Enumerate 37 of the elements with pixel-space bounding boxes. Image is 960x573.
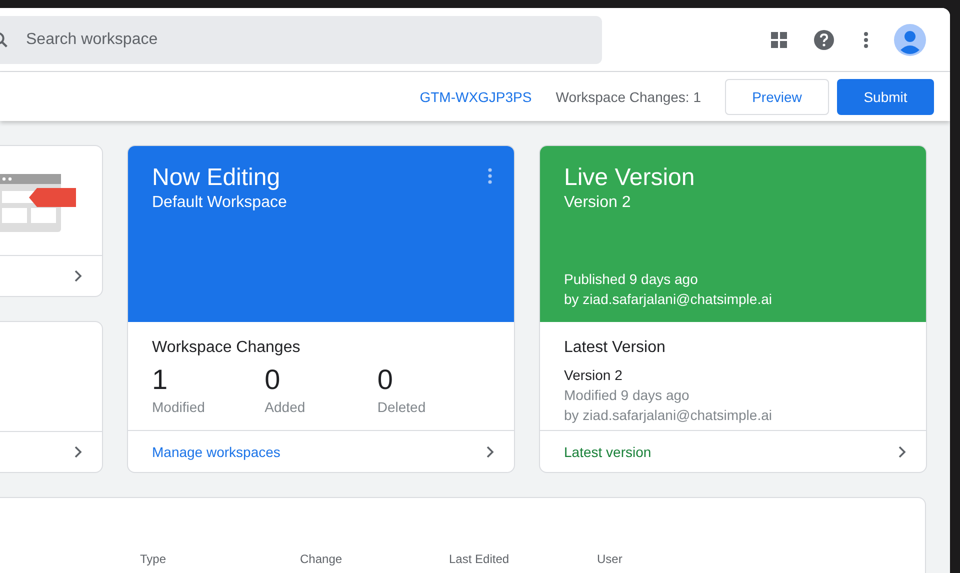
chevron-right-icon[interactable] bbox=[74, 446, 82, 458]
submit-button[interactable]: Submit bbox=[837, 78, 934, 114]
column-header: User bbox=[597, 552, 622, 566]
more-vert-icon[interactable] bbox=[488, 168, 492, 184]
stat-value: 0 bbox=[377, 365, 394, 395]
preview-button[interactable]: Preview bbox=[725, 78, 829, 114]
workspace-name: Default Workspace bbox=[152, 194, 288, 212]
modifier-email: by ziad.safarjalani@chatsimple.ai bbox=[564, 406, 773, 425]
stat-label: Modified bbox=[152, 399, 206, 415]
live-version-title: Live Version bbox=[564, 164, 696, 192]
version-name: Version 2 bbox=[564, 366, 624, 385]
chevron-right-icon[interactable] bbox=[898, 446, 906, 458]
column-header: Change bbox=[300, 552, 344, 566]
apps-grid-icon[interactable] bbox=[770, 30, 788, 48]
help-icon[interactable] bbox=[813, 28, 835, 50]
modified-text: Modified 9 days ago bbox=[564, 386, 690, 405]
chevron-right-icon[interactable] bbox=[486, 446, 494, 458]
column-header: Last Edited bbox=[449, 552, 510, 566]
column-header: Type bbox=[140, 552, 168, 566]
stat-label: Added bbox=[264, 399, 306, 415]
now-editing-title: Now Editing bbox=[152, 164, 282, 192]
workspace-changes-text: Workspace Changes: 1 bbox=[556, 88, 701, 104]
stat-label: Deleted bbox=[377, 399, 427, 415]
stat-value: 1 bbox=[152, 365, 169, 395]
avatar-icon[interactable] bbox=[894, 24, 926, 56]
stat-value: 0 bbox=[264, 365, 282, 395]
manage-workspaces-link[interactable]: Manage workspaces bbox=[152, 444, 280, 460]
more-vert-icon[interactable] bbox=[863, 30, 869, 48]
latest-version-link[interactable]: Latest version bbox=[564, 444, 652, 460]
container-id-link[interactable]: GTM-WXGJP3PS bbox=[420, 88, 532, 104]
publisher-email: by ziad.safarjalani@chatsimple.ai bbox=[564, 290, 773, 309]
latest-version-heading: Latest Version bbox=[564, 339, 666, 357]
chevron-right-icon[interactable] bbox=[74, 270, 82, 282]
search-field[interactable]: Search workspace bbox=[0, 16, 602, 64]
published-text: Published 9 days ago bbox=[564, 270, 699, 289]
workspace-changes-heading: Workspace Changes bbox=[152, 339, 302, 357]
version-name: Version 2 bbox=[564, 194, 632, 212]
